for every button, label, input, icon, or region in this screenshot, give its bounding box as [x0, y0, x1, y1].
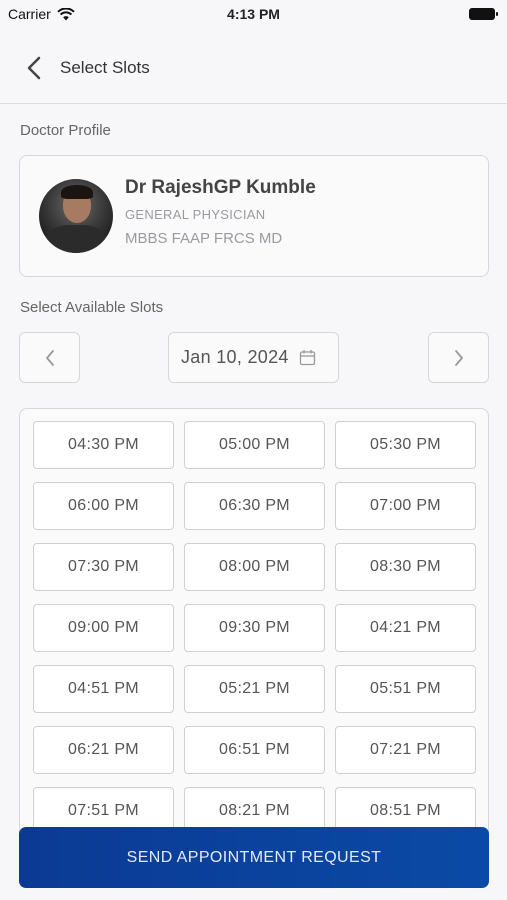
time-slot-button[interactable]: 04:51 PM	[33, 665, 174, 713]
header: Select Slots	[0, 32, 507, 104]
time-slot-button[interactable]: 08:30 PM	[335, 543, 476, 591]
doctor-qualifications: MBBS FAAP FRCS MD	[125, 230, 283, 247]
time-slot-button[interactable]: 09:30 PM	[184, 604, 325, 652]
available-slots-label: Select Available Slots	[20, 299, 164, 316]
doctor-specialty: GENERAL PHYSICIAN	[125, 207, 266, 222]
doctor-info: Dr RajeshGP Kumble GENERAL PHYSICIAN MBB…	[125, 177, 316, 247]
status-left: Carrier	[8, 6, 75, 22]
date-picker[interactable]: Jan 10, 2024	[168, 332, 339, 383]
time-slot-button[interactable]: 06:00 PM	[33, 482, 174, 530]
time-slot-button[interactable]: 05:30 PM	[335, 421, 476, 469]
doctor-profile-card: Dr RajeshGP Kumble GENERAL PHYSICIAN MBB…	[19, 155, 489, 277]
slots-panel: 04:30 PM 05:00 PM 05:30 PM 06:00 PM 06:30 PM…	[19, 408, 489, 840]
time-slot-button[interactable]: 07:00 PM	[335, 482, 476, 530]
doctor-profile-label: Doctor Profile	[20, 122, 111, 139]
status-bar: Carrier	[0, 0, 507, 28]
chevron-left-icon	[27, 56, 41, 79]
time-slot-button[interactable]: 04:21 PM	[335, 604, 476, 652]
next-date-button[interactable]	[428, 332, 489, 383]
page-title: Select Slots	[60, 57, 150, 77]
send-appointment-request-button[interactable]: SEND APPOINTMENT REQUEST	[19, 827, 489, 888]
time-slot-button[interactable]: 07:30 PM	[33, 543, 174, 591]
chevron-left-icon	[45, 349, 54, 366]
slots-grid: 04:30 PM 05:00 PM 05:30 PM 06:00 PM 06:30 PM…	[33, 421, 476, 835]
time-slot-button[interactable]: 06:30 PM	[184, 482, 325, 530]
wifi-icon	[57, 7, 75, 20]
calendar-icon	[299, 350, 315, 366]
battery-icon	[469, 8, 498, 20]
selected-date: Jan 10, 2024	[181, 347, 289, 367]
time-slot-button[interactable]: 04:30 PM	[33, 421, 174, 469]
time-slot-button[interactable]: 05:00 PM	[184, 421, 325, 469]
time-slot-button[interactable]: 06:21 PM	[33, 726, 174, 774]
time-slot-button[interactable]: 09:00 PM	[33, 604, 174, 652]
previous-date-button[interactable]	[19, 332, 80, 383]
time-slot-button[interactable]: 06:51 PM	[184, 726, 325, 774]
time-slot-button[interactable]: 08:00 PM	[184, 543, 325, 591]
doctor-name: Dr RajeshGP Kumble	[125, 177, 316, 198]
chevron-right-icon	[454, 349, 463, 366]
carrier-label: Carrier	[8, 6, 51, 22]
time-slot-button[interactable]: 05:21 PM	[184, 665, 325, 713]
back-button[interactable]	[22, 53, 46, 83]
time-slot-button[interactable]: 07:21 PM	[335, 726, 476, 774]
doctor-avatar	[39, 179, 113, 253]
time-slot-button[interactable]: 05:51 PM	[335, 665, 476, 713]
